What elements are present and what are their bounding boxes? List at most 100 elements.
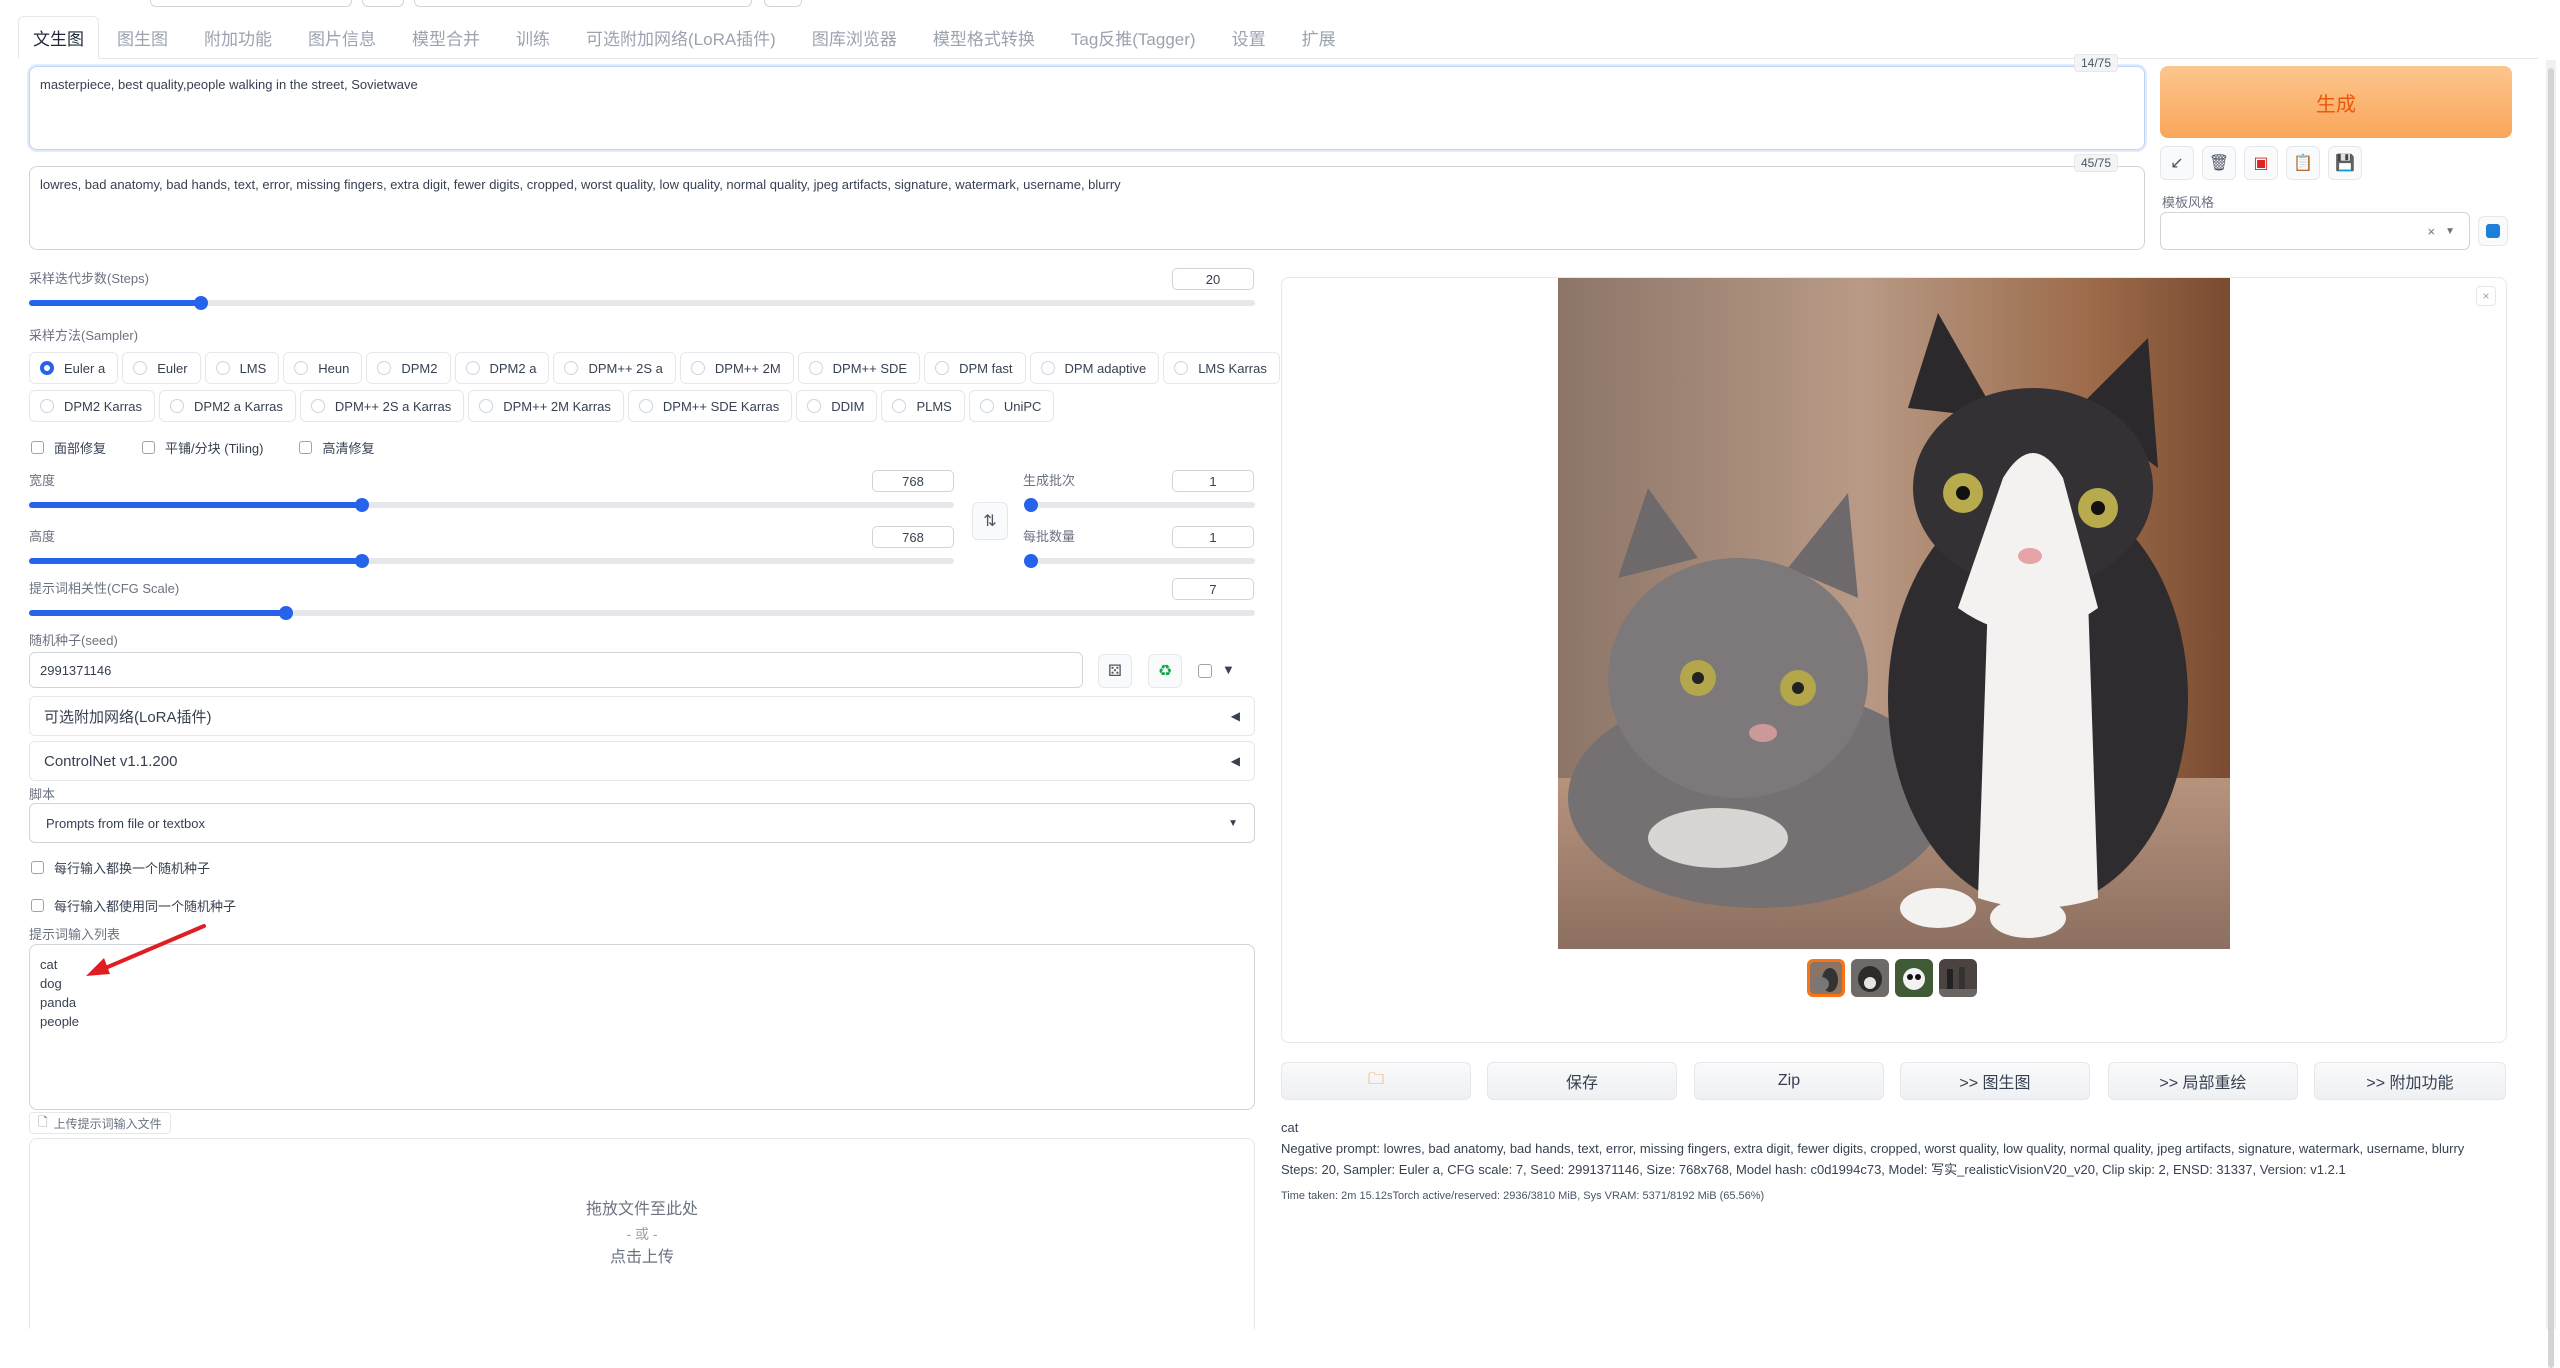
restore-faces-checkbox[interactable]: 面部修复 — [31, 438, 106, 457]
sampler-plms[interactable]: PLMS — [881, 390, 965, 422]
apply-style-button[interactable]: 📋 — [2286, 146, 2320, 180]
sampler-ddim[interactable]: DDIM — [796, 390, 878, 422]
sampler-euler-a[interactable]: Euler a — [29, 352, 119, 384]
thumbnail-dog-image — [1851, 959, 1889, 997]
steps-slider[interactable] — [29, 296, 1255, 310]
open-folder-button[interactable]: 🗀 — [1281, 1062, 1471, 1100]
thumbnail-cat[interactable] — [1807, 959, 1845, 997]
sampler-lms-karras[interactable]: LMS Karras — [1163, 352, 1280, 384]
tiling-checkbox[interactable]: 平铺/分块 (Tiling) — [142, 438, 263, 457]
sampler-heun[interactable]: Heun — [283, 352, 363, 384]
sampler-euler[interactable]: Euler — [122, 352, 201, 384]
controlnet-accordion[interactable]: ControlNet v1.1.200 ◀ — [29, 741, 1255, 781]
width-slider[interactable] — [29, 498, 954, 512]
hires-fix-checkbox[interactable]: 高清修复 — [299, 438, 375, 457]
radio-dot-icon — [807, 399, 822, 413]
thumbnail-dog[interactable] — [1851, 959, 1889, 997]
same-seed-checkbox[interactable]: 每行输入都使用同一个随机种子 — [31, 896, 236, 915]
height-slider[interactable] — [29, 554, 954, 568]
upload-file-button[interactable]: 🗋 上传提示词输入文件 — [29, 1112, 171, 1134]
sampler-row-1: Euler a Euler LMS Heun DPM2 DPM2 a DPM++… — [29, 352, 1280, 384]
sampler-unipc[interactable]: UniPC — [968, 390, 1055, 422]
tab-image-browser[interactable]: 图库浏览器 — [794, 25, 915, 58]
batch-size-slider[interactable] — [1024, 554, 1255, 568]
sampler-lms[interactable]: LMS — [204, 352, 280, 384]
height-input[interactable]: 768 — [872, 526, 954, 548]
sampler-dpm-adaptive[interactable]: DPM adaptive — [1029, 352, 1160, 384]
height-slider-handle[interactable] — [355, 554, 369, 568]
tab-settings[interactable]: 设置 — [1214, 25, 1284, 58]
save-button[interactable]: 保存 — [1487, 1062, 1677, 1100]
tab-txt2img[interactable]: 文生图 — [18, 16, 99, 59]
extra-networks-button[interactable]: ▣ — [2244, 146, 2278, 180]
batch-size-slider-handle[interactable] — [1024, 554, 1038, 568]
batch-size-input[interactable]: 1 — [1172, 526, 1254, 548]
extra-seed-toggle-icon[interactable]: ▼ — [1222, 662, 1235, 677]
clear-icon[interactable]: × — [2428, 224, 2436, 239]
sampler-dpm2[interactable]: DPM2 — [366, 352, 451, 384]
refresh-styles-button[interactable] — [2478, 216, 2508, 246]
sampler-dpmpp-2s-a[interactable]: DPM++ 2S a — [553, 352, 676, 384]
tab-tagger[interactable]: Tag反推(Tagger) — [1053, 25, 1214, 58]
batch-count-slider-handle[interactable] — [1024, 498, 1038, 512]
tab-png-info[interactable]: 图片信息 — [290, 25, 394, 58]
send-to-img2img-button[interactable]: >> 图生图 — [1900, 1062, 2090, 1100]
sampler-dpmpp-sde-karras[interactable]: DPM++ SDE Karras — [627, 390, 793, 422]
close-icon[interactable]: × — [2476, 286, 2496, 306]
extra-seed-checkbox[interactable] — [1198, 664, 1212, 678]
script-dropdown[interactable]: Prompts from file or textbox ▼ — [29, 803, 1255, 843]
sampler-dpmpp-sde[interactable]: DPM++ SDE — [797, 352, 921, 384]
width-slider-handle[interactable] — [355, 498, 369, 512]
cfg-input[interactable]: 7 — [1172, 578, 1254, 600]
sampler-dpm-fast[interactable]: DPM fast — [924, 352, 1026, 384]
generated-image[interactable] — [1558, 278, 2230, 949]
vae-dropdown-stub[interactable] — [414, 0, 752, 7]
negative-prompt-input[interactable] — [29, 166, 2145, 250]
tab-checkpoint-merger[interactable]: 模型合并 — [394, 25, 498, 58]
reuse-seed-button[interactable]: ♻ — [1148, 654, 1182, 688]
refresh-button-stub[interactable] — [362, 0, 404, 7]
page-scrollbar[interactable] — [2546, 60, 2556, 1368]
seed-input[interactable] — [29, 652, 1083, 688]
tab-additional-networks[interactable]: 可选附加网络(LoRA插件) — [568, 25, 794, 58]
zip-button[interactable]: Zip — [1694, 1062, 1884, 1100]
style-dropdown[interactable]: × ▼ — [2160, 212, 2470, 250]
sampler-dpm2-a-karras[interactable]: DPM2 a Karras — [159, 390, 296, 422]
prompt-list-input[interactable] — [29, 944, 1255, 1110]
sampler-dpmpp-2m-karras[interactable]: DPM++ 2M Karras — [468, 390, 624, 422]
save-style-button[interactable]: 💾 — [2328, 146, 2362, 180]
sampler-row-2: DPM2 Karras DPM2 a Karras DPM++ 2S a Kar… — [29, 390, 1055, 422]
prompt-input[interactable] — [29, 66, 2145, 150]
random-seed-button[interactable]: ⚄ — [1098, 654, 1132, 688]
generate-button[interactable]: 生成 — [2160, 66, 2512, 138]
cfg-slider[interactable] — [29, 606, 1255, 620]
thumbnail-people[interactable] — [1939, 959, 1977, 997]
clear-prompt-button[interactable]: 🗑 — [2202, 146, 2236, 180]
steps-slider-handle[interactable] — [193, 296, 208, 310]
sampler-dpmpp-2m[interactable]: DPM++ 2M — [679, 352, 794, 384]
tab-extras[interactable]: 附加功能 — [186, 25, 290, 58]
batch-count-slider[interactable] — [1024, 498, 1255, 512]
tab-extensions[interactable]: 扩展 — [1284, 25, 1354, 58]
sampler-dpmpp-2s-a-karras[interactable]: DPM++ 2S a Karras — [299, 390, 465, 422]
file-drop-zone[interactable]: 拖放文件至此处 - 或 - 点击上传 — [29, 1138, 1255, 1329]
send-to-inpaint-button[interactable]: >> 局部重绘 — [2108, 1062, 2298, 1100]
tab-model-converter[interactable]: 模型格式转换 — [915, 25, 1053, 58]
batch-count-input[interactable]: 1 — [1172, 470, 1254, 492]
iterate-seed-checkbox[interactable]: 每行输入都换一个随机种子 — [31, 858, 210, 877]
sampler-dpm2-karras[interactable]: DPM2 Karras — [29, 390, 156, 422]
steps-input[interactable]: 20 — [1172, 268, 1254, 290]
cfg-slider-handle[interactable] — [279, 606, 294, 620]
send-to-extras-button[interactable]: >> 附加功能 — [2314, 1062, 2506, 1100]
read-params-button[interactable]: ↙ — [2160, 146, 2194, 180]
width-input[interactable]: 768 — [872, 470, 954, 492]
tab-img2img[interactable]: 图生图 — [99, 25, 186, 58]
checkpoint-dropdown-stub[interactable] — [150, 0, 352, 7]
swap-dimensions-button[interactable]: ⇅ — [972, 502, 1008, 540]
sampler-dpm2-a[interactable]: DPM2 a — [454, 352, 550, 384]
thumbnail-panda[interactable] — [1895, 959, 1933, 997]
tab-train[interactable]: 训练 — [498, 25, 568, 58]
clip-skip-stub[interactable] — [764, 0, 802, 7]
lora-accordion[interactable]: 可选附加网络(LoRA插件) ◀ — [29, 696, 1255, 736]
scrollbar-thumb[interactable] — [2548, 68, 2554, 1368]
